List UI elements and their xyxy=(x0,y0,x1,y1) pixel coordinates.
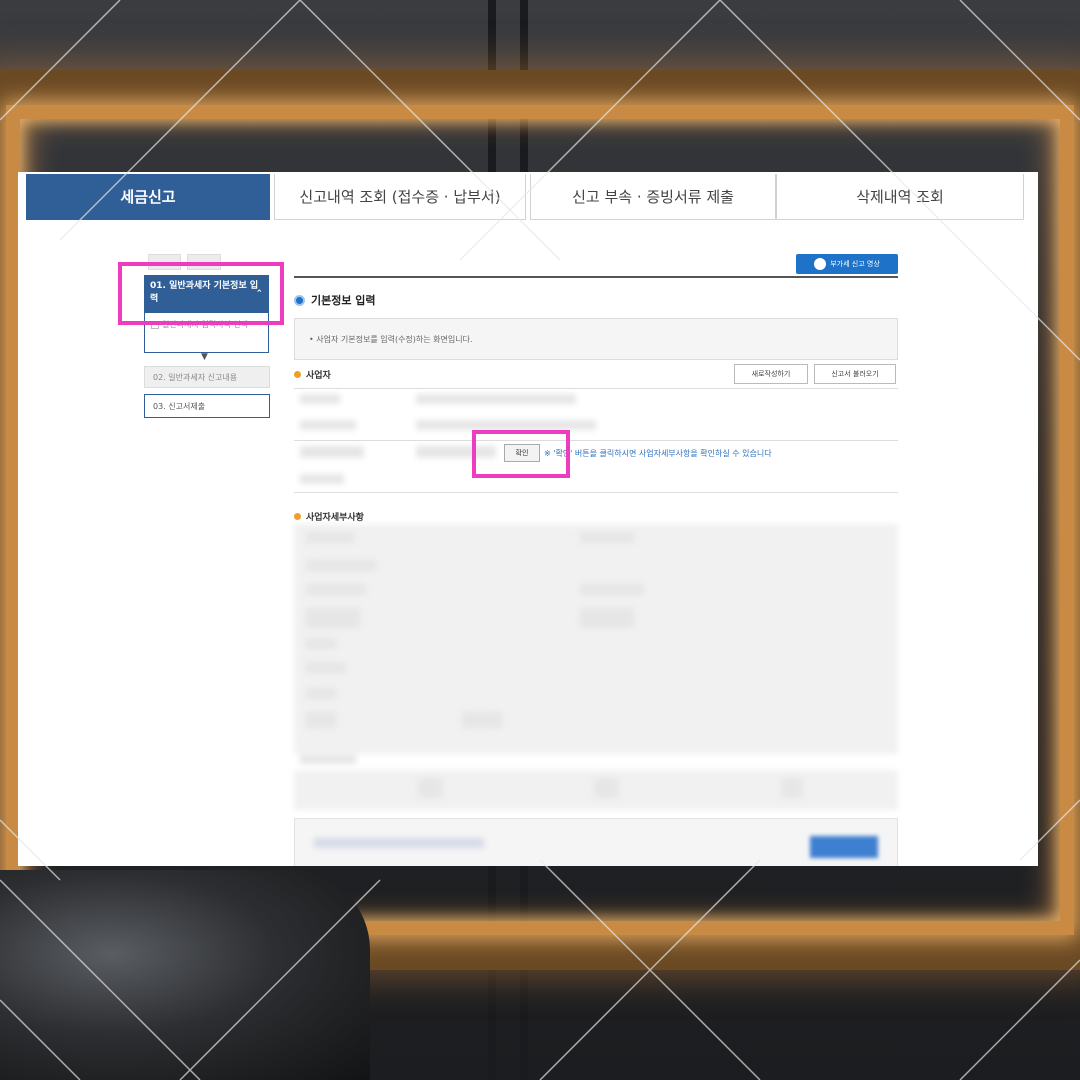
blurred-field xyxy=(580,532,634,543)
chair xyxy=(0,870,370,1080)
business-label-text: 사업자 xyxy=(306,371,331,381)
blurred-field xyxy=(580,584,644,595)
blurred-field xyxy=(306,662,346,673)
step-form-select[interactable]: 일반과세자 입력서식 선택 xyxy=(144,313,269,353)
blurred-field xyxy=(418,778,442,798)
blurred-field xyxy=(416,394,576,404)
section-title-text: 기본정보 입력 xyxy=(311,294,376,307)
side-mini-button[interactable] xyxy=(187,254,221,270)
business-label: 사업자 xyxy=(294,368,331,381)
confirm-button[interactable]: 확인 xyxy=(504,444,540,462)
blurred-field xyxy=(306,688,336,699)
blurred-field xyxy=(462,712,502,728)
step-label: 01. 일반과세자 기본정보 입력 xyxy=(150,281,259,304)
tax-report-screen: 세금신고 신고내역 조회 (접수증 · 납부서) 신고 부속 · 증빙서류 제출… xyxy=(18,172,1038,866)
blurred-field xyxy=(594,778,618,798)
blurred-field xyxy=(306,712,336,728)
blurred-field xyxy=(300,394,340,404)
blurred-field xyxy=(300,754,356,764)
guide-video-label: 부가세 신고 영상 xyxy=(830,260,880,268)
tab-bar: 세금신고 신고내역 조회 (접수증 · 납부서) 신고 부속 · 증빙서류 제출… xyxy=(26,174,1024,220)
blurred-field xyxy=(300,420,356,430)
details-label: 사업자세부사항 xyxy=(294,510,364,523)
nts-logo-icon xyxy=(814,258,827,270)
arrow-down-icon: ▼ xyxy=(201,352,208,362)
info-box: • 사업자 기본정보를 입력(수정)하는 화면입니다. xyxy=(294,318,898,360)
blurred-field xyxy=(782,778,802,798)
blurred-field xyxy=(416,420,596,430)
chevron-up-icon: ⌃ xyxy=(255,289,263,299)
blurred-field xyxy=(416,446,496,458)
blurred-field xyxy=(580,608,634,628)
new-report-button[interactable]: 새로작성하기 xyxy=(734,364,808,384)
blurred-button xyxy=(810,836,878,858)
step-submit[interactable]: 03. 신고서제출 xyxy=(144,394,270,418)
confirm-note: ※ '확인' 버튼을 클릭하시면 사업자세부사항을 확인하실 수 있습니다 xyxy=(544,449,772,458)
step-report-content[interactable]: 02. 일반과세자 신고내용 xyxy=(144,366,270,388)
details-label-text: 사업자세부사항 xyxy=(306,513,364,523)
divider xyxy=(294,492,898,493)
checkbox-icon xyxy=(151,320,159,329)
blurred-field xyxy=(300,474,344,484)
divider xyxy=(294,440,898,441)
guide-video-button[interactable]: 부가세 신고 영상 xyxy=(796,254,898,274)
load-report-button[interactable]: 신고서 불러오기 xyxy=(814,364,896,384)
divider xyxy=(294,388,898,389)
tab-deleted-history[interactable]: 삭제내역 조회 xyxy=(776,174,1024,220)
blurred-field xyxy=(314,838,484,848)
blurred-details-table xyxy=(294,524,898,754)
bullet-icon xyxy=(294,371,301,378)
tab-attachments[interactable]: 신고 부속 · 증빙서류 제출 xyxy=(530,174,776,220)
blurred-field xyxy=(306,638,336,649)
bullet-icon xyxy=(294,513,301,520)
tab-tax-report[interactable]: 세금신고 xyxy=(26,174,270,220)
blurred-field xyxy=(306,532,354,543)
step-label: 일반과세자 입력서식 선택 xyxy=(162,320,249,329)
divider xyxy=(294,276,898,278)
blurred-field xyxy=(306,560,376,571)
blurred-field xyxy=(300,446,364,458)
step-basic-info[interactable]: 01. 일반과세자 기본정보 입력 ⌃ xyxy=(144,275,269,313)
side-mini-button[interactable] xyxy=(148,254,182,270)
section-title: 기본정보 입력 xyxy=(294,292,376,308)
blurred-field xyxy=(306,608,360,628)
blurred-field xyxy=(306,584,366,595)
bullet-icon xyxy=(294,294,305,306)
side-mini-buttons xyxy=(148,254,221,270)
tab-report-history[interactable]: 신고내역 조회 (접수증 · 납부서) xyxy=(274,174,526,220)
